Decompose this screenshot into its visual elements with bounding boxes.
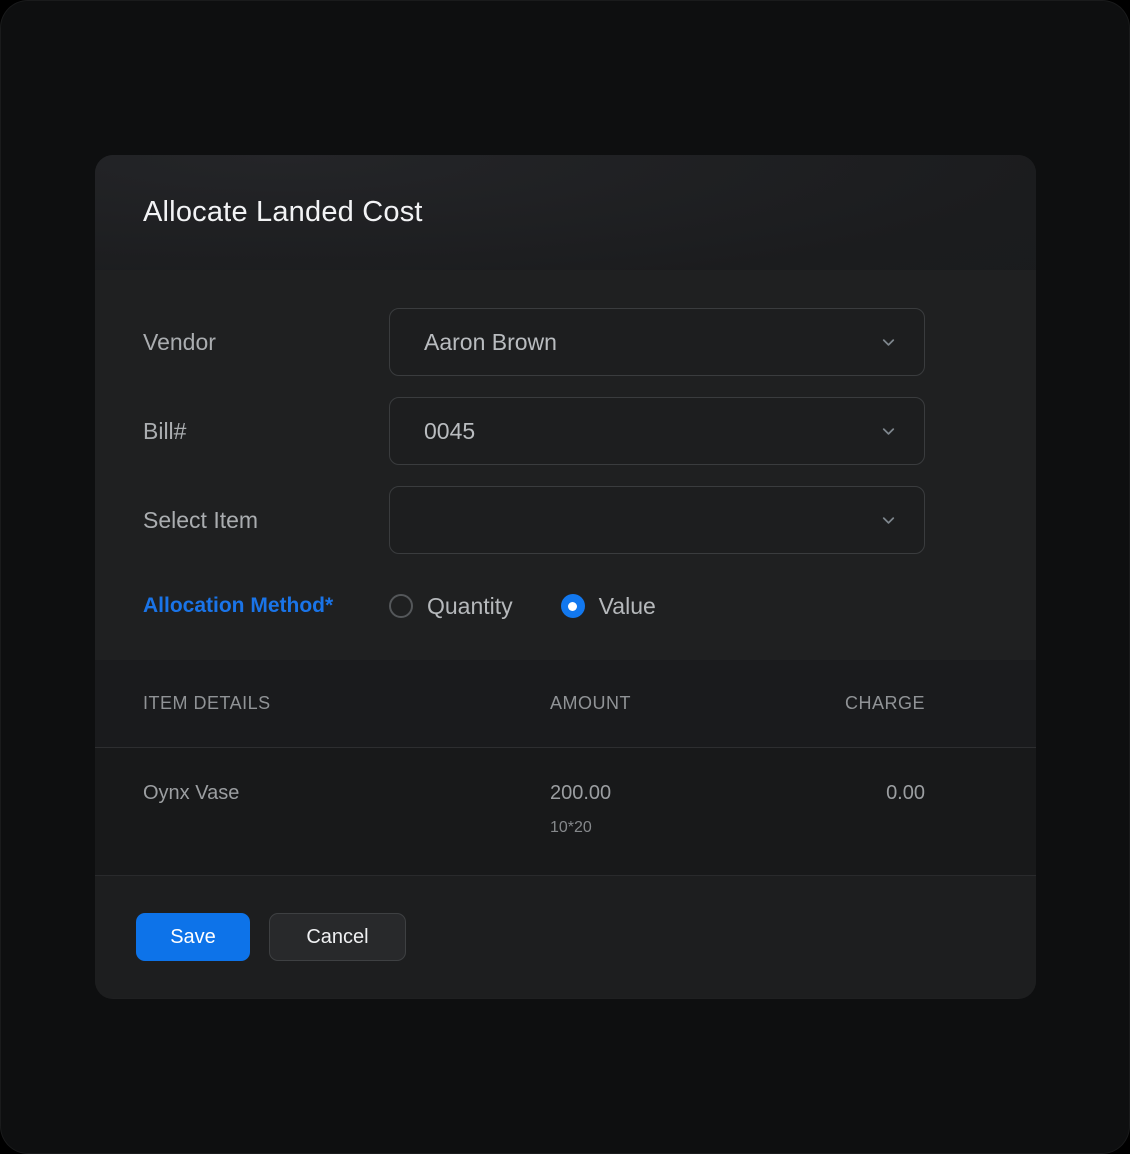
form-section: Vendor Aaron Brown Bill# 0045	[95, 270, 1036, 660]
select-item-row: Select Item	[143, 486, 925, 554]
save-button[interactable]: Save	[136, 913, 250, 961]
radio-value-label: Value	[599, 593, 656, 620]
dialog-title: Allocate Landed Cost	[143, 196, 423, 229]
radio-quantity[interactable]: Quantity	[389, 593, 513, 620]
bill-row: Bill# 0045	[143, 397, 925, 465]
column-header-item-details: ITEM DETAILS	[143, 693, 550, 714]
radio-unselected-icon	[389, 594, 413, 618]
chevron-down-icon	[879, 422, 898, 441]
page-background: Allocate Landed Cost Vendor Aaron Brown …	[0, 0, 1130, 1154]
amount-value: 200.00	[550, 782, 886, 805]
select-item-label: Select Item	[143, 507, 389, 534]
item-name-cell: Oynx Vase	[143, 782, 550, 805]
allocate-landed-cost-dialog: Allocate Landed Cost Vendor Aaron Brown …	[95, 155, 1036, 999]
vendor-row: Vendor Aaron Brown	[143, 308, 925, 376]
amount-breakdown: 10*20	[550, 819, 886, 837]
radio-value[interactable]: Value	[561, 593, 656, 620]
bill-select[interactable]: 0045	[389, 397, 925, 465]
column-header-charge: CHARGE	[845, 693, 925, 714]
charge-cell: 0.00	[886, 782, 925, 805]
table-row: Oynx Vase 200.00 10*20 0.00	[95, 748, 1036, 876]
dialog-footer: Save Cancel	[95, 876, 1036, 998]
allocation-method-row: Allocation Method* Quantity Value	[143, 582, 925, 630]
vendor-label: Vendor	[143, 329, 389, 356]
allocation-method-radio-group: Quantity Value	[389, 593, 704, 620]
amount-cell: 200.00 10*20	[550, 782, 886, 837]
allocation-method-label: Allocation Method*	[143, 594, 389, 618]
radio-selected-icon	[561, 594, 585, 618]
chevron-down-icon	[879, 333, 898, 352]
bill-select-value: 0045	[424, 418, 879, 445]
table-header: ITEM DETAILS AMOUNT CHARGE	[95, 660, 1036, 748]
vendor-select[interactable]: Aaron Brown	[389, 308, 925, 376]
dialog-header: Allocate Landed Cost	[95, 155, 1036, 270]
column-header-amount: AMOUNT	[550, 693, 845, 714]
bill-label: Bill#	[143, 418, 389, 445]
chevron-down-icon	[879, 511, 898, 530]
radio-quantity-label: Quantity	[427, 593, 513, 620]
select-item-select[interactable]	[389, 486, 925, 554]
cancel-button[interactable]: Cancel	[269, 913, 406, 961]
vendor-select-value: Aaron Brown	[424, 329, 879, 356]
